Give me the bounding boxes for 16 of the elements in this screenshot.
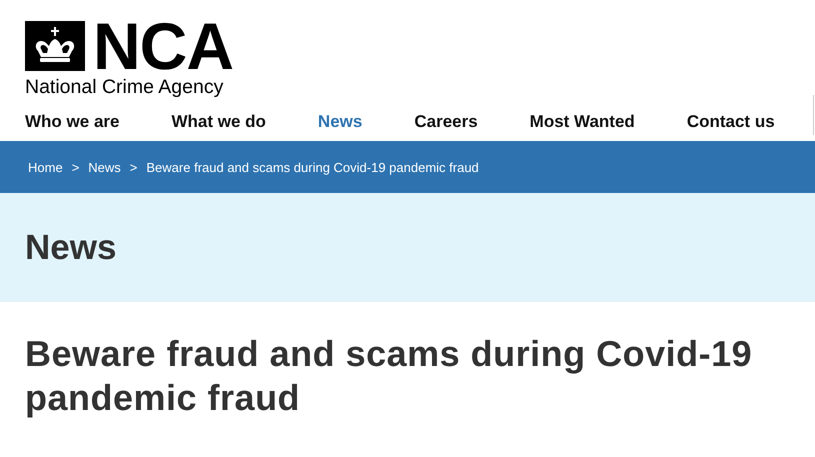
breadcrumb-link[interactable]: News xyxy=(88,160,121,174)
nav-link[interactable]: News xyxy=(318,104,362,132)
breadcrumb-link[interactable]: Home xyxy=(28,160,63,174)
nav-link[interactable]: Contact us xyxy=(686,104,775,132)
nav-link[interactable]: What we do xyxy=(171,104,266,132)
section-title: News xyxy=(25,228,116,268)
breadcrumb-separator: > xyxy=(72,160,80,174)
logo-subtitle: National Crime Agency xyxy=(25,75,224,99)
nav-link[interactable]: Careers xyxy=(414,104,478,132)
breadcrumb-separator: > xyxy=(130,160,138,174)
logo-wordmark: NCA xyxy=(93,20,233,72)
nav-link[interactable]: Most Wanted xyxy=(530,104,635,132)
crown-icon xyxy=(25,21,85,71)
breadcrumb-link[interactable]: Beware fraud and scams during Covid-19 pandemic fraud xyxy=(146,160,479,174)
article-title: Beware fraud and scams during Covid-19 pandemic fraud xyxy=(24,332,754,420)
nav-link[interactable]: Who we are xyxy=(25,104,120,132)
